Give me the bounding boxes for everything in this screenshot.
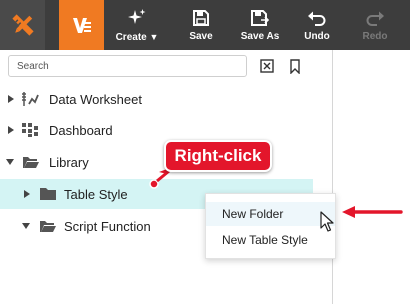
redo-icon [366,11,384,26]
tree-item-data-worksheet[interactable]: Data Worksheet [0,84,313,114]
caret-down-icon[interactable] [5,157,15,167]
search-input[interactable] [9,56,246,77]
menu-item-label: New Folder [222,207,284,221]
caret-down-icon[interactable] [21,221,31,231]
save-as-button[interactable]: Save As [232,0,288,50]
undo-icon [308,11,326,26]
create-label: Create [115,31,147,43]
menu-item-new-folder[interactable]: New Folder [206,202,335,226]
redo-label: Redo [362,30,388,42]
close-box-icon [260,59,274,73]
save-as-icon [251,9,270,26]
caret-right-icon[interactable] [6,94,16,104]
menu-item-label: New Table Style [222,233,308,247]
caret-right-icon[interactable] [6,125,16,135]
search-field[interactable] [8,55,247,77]
app-logo[interactable] [0,0,45,50]
design-tools-icon [11,14,34,36]
collapse-all-button[interactable] [257,56,277,76]
bookmark-button[interactable] [285,56,305,76]
save-as-label: Save As [240,30,280,42]
chevron-down-icon: ▼ [149,31,159,42]
arrow-left-icon [340,204,404,220]
callout-text: Right-click [174,146,262,165]
tree-item-label: Script Function [64,219,151,234]
visual-composer-icon [72,18,91,33]
worksheet-icon [21,91,39,107]
dashboard-icon [21,122,39,138]
folder-open-icon [22,155,40,169]
folder-open-icon [39,219,57,233]
main-toolbar: Create ▼ Save Save As Undo Redo [0,0,410,50]
sparkle-icon [128,8,146,24]
folder-icon [39,187,57,201]
undo-label: Undo [304,30,330,42]
menu-item-new-table-style[interactable]: New Table Style [206,228,335,252]
caret-right-icon[interactable] [22,189,32,199]
mouse-pointer-icon [320,211,334,232]
save-button[interactable]: Save [178,0,224,50]
tree-item-label: Data Worksheet [49,92,142,107]
tree-item-label: Library [49,155,89,170]
tree-item-label: Dashboard [49,123,113,138]
bookmark-icon [290,58,300,74]
create-button[interactable]: Create ▼ [108,0,166,50]
undo-button[interactable]: Undo [296,0,338,50]
context-menu: New Folder New Table Style [205,193,336,259]
save-icon [193,9,209,26]
tree-item-label: Table Style [64,187,128,202]
visual-composer-tile[interactable] [59,0,104,50]
right-click-callout: Right-click [164,140,272,172]
redo-button[interactable]: Redo [354,0,396,50]
save-label: Save [189,30,213,42]
